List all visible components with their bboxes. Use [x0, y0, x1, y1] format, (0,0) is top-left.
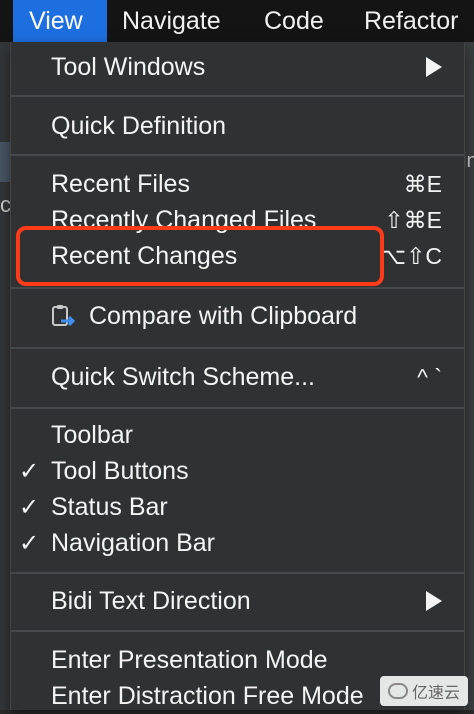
menu-separator [11, 154, 464, 156]
menu-item-toolbar[interactable]: Toolbar [11, 417, 464, 453]
menu-item-enter-presentation-mode[interactable]: Enter Presentation Mode [11, 642, 464, 678]
menu-item-compare-clipboard[interactable]: Compare with Clipboard [11, 298, 464, 334]
menu-item-quick-definition[interactable]: Quick Definition [11, 108, 464, 144]
shortcut-label: ^ ` [417, 363, 442, 390]
menu-separator [11, 287, 464, 289]
menu-item-label: Recent Files [51, 169, 190, 198]
menu-item-quick-switch-scheme[interactable]: Quick Switch Scheme... ^ ` [11, 359, 464, 395]
shortcut-label: ⌘E [403, 170, 442, 197]
menu-item-tool-windows[interactable]: Tool Windows [11, 49, 464, 85]
menu-item-navigation-bar[interactable]: ✓ Navigation Bar [11, 525, 464, 561]
background-tab [0, 142, 10, 182]
watermark: 亿速云 [379, 676, 468, 706]
shortcut-label: ⌥⇧C [379, 242, 442, 269]
menu-item-tool-buttons[interactable]: ✓ Tool Buttons [11, 453, 464, 489]
menu-separator [11, 572, 464, 574]
menu-separator [11, 407, 464, 409]
view-dropdown-menu: Tool Windows Quick Definition Recent Fil… [10, 42, 465, 710]
menu-navigate[interactable]: Navigate [122, 0, 221, 42]
submenu-arrow-icon [426, 591, 442, 611]
menu-bar: View Navigate Code Refactor [0, 0, 474, 42]
shortcut-label: ⇧⌘E [384, 206, 442, 233]
menu-item-status-bar[interactable]: ✓ Status Bar [11, 489, 464, 525]
clipboard-compare-icon [52, 305, 76, 327]
menu-separator [11, 95, 464, 97]
menu-item-label: Quick Definition [51, 111, 227, 140]
menu-item-label: Tool Windows [51, 52, 206, 81]
submenu-arrow-icon [426, 57, 442, 77]
menu-separator [11, 347, 464, 349]
checkmark-icon: ✓ [19, 493, 40, 521]
menu-item-label: Toolbar [51, 420, 133, 449]
menu-item-bidi-text-direction[interactable]: Bidi Text Direction [11, 583, 464, 619]
menu-item-label: Tool Buttons [51, 456, 189, 485]
menu-item-label: Enter Presentation Mode [51, 645, 328, 674]
menu-item-label: Enter Distraction Free Mode [51, 681, 364, 710]
menu-item-label: Navigation Bar [51, 528, 215, 557]
menu-item-label: Compare with Clipboard [89, 301, 358, 330]
highlight-annotation [16, 226, 384, 286]
menu-refactor[interactable]: Refactor [364, 0, 458, 42]
menu-code[interactable]: Code [264, 0, 324, 42]
menu-item-recent-files[interactable]: Recent Files ⌘E [11, 166, 464, 202]
menu-item-label: Quick Switch Scheme... [51, 362, 315, 391]
checkmark-icon: ✓ [19, 529, 40, 557]
menu-item-label: Status Bar [51, 492, 168, 521]
watermark-logo-icon [387, 683, 408, 699]
menu-view[interactable]: View [13, 0, 107, 42]
watermark-text: 亿速云 [411, 685, 460, 702]
menu-item-label: Bidi Text Direction [51, 586, 251, 615]
menu-separator [11, 630, 464, 632]
checkmark-icon: ✓ [19, 457, 40, 485]
